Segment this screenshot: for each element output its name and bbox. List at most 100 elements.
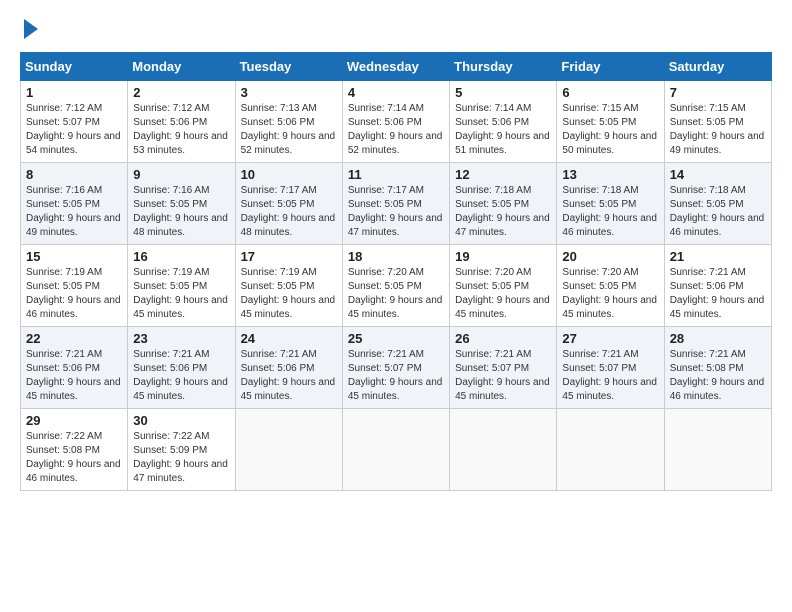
calendar-week-row: 8 Sunrise: 7:16 AMSunset: 5:05 PMDaylight… xyxy=(21,162,772,244)
day-number: 9 xyxy=(133,167,229,182)
day-info: Sunrise: 7:17 AMSunset: 5:05 PMDaylight:… xyxy=(241,184,337,240)
calendar-cell: 22 Sunrise: 7:21 AMSunset: 5:06 PMDayligh… xyxy=(21,326,128,408)
calendar-cell xyxy=(235,408,342,490)
calendar-cell: 11Sunrise: 7:17 AMSunset: 5:05 PMDayligh… xyxy=(342,162,449,244)
day-info: Sunrise: 7:22 AMSunset: 5:09 PMDaylight:… xyxy=(133,430,229,486)
day-info: Sunrise: 7:20 AMSunset: 5:05 PMDaylight:… xyxy=(562,266,658,322)
day-info: Sunrise: 7:13 AMSunset: 5:06 PMDaylight:… xyxy=(241,102,337,158)
day-info: Sunrise: 7:19 AMSunset: 5:05 PMDaylight:… xyxy=(241,266,337,322)
header-tuesday: Tuesday xyxy=(235,52,342,80)
calendar-cell: 27 Sunrise: 7:21 AMSunset: 5:07 PMDayligh… xyxy=(557,326,664,408)
day-number: 25 xyxy=(348,331,444,346)
day-info: Sunrise: 7:16 AMSunset: 5:05 PMDaylight:… xyxy=(26,184,122,240)
day-number: 8 xyxy=(26,167,122,182)
header-friday: Friday xyxy=(557,52,664,80)
day-number: 24 xyxy=(241,331,337,346)
day-number: 27 xyxy=(562,331,658,346)
calendar-cell: 3 Sunrise: 7:13 AMSunset: 5:06 PMDaylight… xyxy=(235,80,342,162)
calendar-cell xyxy=(664,408,771,490)
day-info: Sunrise: 7:21 AMSunset: 5:08 PMDaylight:… xyxy=(670,348,766,404)
day-number: 13 xyxy=(562,167,658,182)
day-info: Sunrise: 7:19 AMSunset: 5:05 PMDaylight:… xyxy=(133,266,229,322)
day-number: 20 xyxy=(562,249,658,264)
header-thursday: Thursday xyxy=(450,52,557,80)
day-info: Sunrise: 7:12 AMSunset: 5:06 PMDaylight:… xyxy=(133,102,229,158)
day-info: Sunrise: 7:19 AMSunset: 5:05 PMDaylight:… xyxy=(26,266,122,322)
day-number: 4 xyxy=(348,85,444,100)
day-number: 26 xyxy=(455,331,551,346)
day-number: 30 xyxy=(133,413,229,428)
calendar-cell: 17 Sunrise: 7:19 AMSunset: 5:05 PMDayligh… xyxy=(235,244,342,326)
day-number: 19 xyxy=(455,249,551,264)
day-number: 10 xyxy=(241,167,337,182)
day-info: Sunrise: 7:21 AMSunset: 5:07 PMDaylight:… xyxy=(455,348,551,404)
calendar-cell: 16 Sunrise: 7:19 AMSunset: 5:05 PMDayligh… xyxy=(128,244,235,326)
calendar-cell: 6 Sunrise: 7:15 AMSunset: 5:05 PMDaylight… xyxy=(557,80,664,162)
day-number: 2 xyxy=(133,85,229,100)
logo xyxy=(20,20,38,42)
calendar-cell: 14 Sunrise: 7:18 AMSunset: 5:05 PMDayligh… xyxy=(664,162,771,244)
day-info: Sunrise: 7:17 AMSunset: 5:05 PMDaylight:… xyxy=(348,184,444,240)
calendar-cell: 20 Sunrise: 7:20 AMSunset: 5:05 PMDayligh… xyxy=(557,244,664,326)
calendar-cell xyxy=(557,408,664,490)
calendar-week-row: 15 Sunrise: 7:19 AMSunset: 5:05 PMDayligh… xyxy=(21,244,772,326)
calendar-header-row: SundayMondayTuesdayWednesdayThursdayFrid… xyxy=(21,52,772,80)
day-info: Sunrise: 7:21 AMSunset: 5:06 PMDaylight:… xyxy=(133,348,229,404)
calendar-week-row: 22 Sunrise: 7:21 AMSunset: 5:06 PMDayligh… xyxy=(21,326,772,408)
day-info: Sunrise: 7:20 AMSunset: 5:05 PMDaylight:… xyxy=(348,266,444,322)
day-info: Sunrise: 7:18 AMSunset: 5:05 PMDaylight:… xyxy=(670,184,766,240)
calendar-cell: 21 Sunrise: 7:21 AMSunset: 5:06 PMDayligh… xyxy=(664,244,771,326)
day-number: 22 xyxy=(26,331,122,346)
day-number: 21 xyxy=(670,249,766,264)
calendar-cell xyxy=(450,408,557,490)
calendar-cell: 2 Sunrise: 7:12 AMSunset: 5:06 PMDaylight… xyxy=(128,80,235,162)
header-saturday: Saturday xyxy=(664,52,771,80)
calendar-cell: 9Sunrise: 7:16 AMSunset: 5:05 PMDaylight… xyxy=(128,162,235,244)
logo-arrow-icon xyxy=(24,19,38,39)
day-number: 17 xyxy=(241,249,337,264)
day-number: 6 xyxy=(562,85,658,100)
calendar-cell: 23 Sunrise: 7:21 AMSunset: 5:06 PMDayligh… xyxy=(128,326,235,408)
calendar-cell: 15 Sunrise: 7:19 AMSunset: 5:05 PMDayligh… xyxy=(21,244,128,326)
day-number: 3 xyxy=(241,85,337,100)
calendar-cell: 25Sunrise: 7:21 AMSunset: 5:07 PMDayligh… xyxy=(342,326,449,408)
day-info: Sunrise: 7:21 AMSunset: 5:06 PMDaylight:… xyxy=(241,348,337,404)
day-number: 12 xyxy=(455,167,551,182)
day-number: 16 xyxy=(133,249,229,264)
day-info: Sunrise: 7:21 AMSunset: 5:07 PMDaylight:… xyxy=(562,348,658,404)
day-info: Sunrise: 7:18 AMSunset: 5:05 PMDaylight:… xyxy=(562,184,658,240)
calendar-cell: 10 Sunrise: 7:17 AMSunset: 5:05 PMDayligh… xyxy=(235,162,342,244)
calendar-cell: 29 Sunrise: 7:22 AMSunset: 5:08 PMDayligh… xyxy=(21,408,128,490)
day-info: Sunrise: 7:20 AMSunset: 5:05 PMDaylight:… xyxy=(455,266,551,322)
calendar-cell: 18 Sunrise: 7:20 AMSunset: 5:05 PMDayligh… xyxy=(342,244,449,326)
calendar-cell: 5Sunrise: 7:14 AMSunset: 5:06 PMDaylight… xyxy=(450,80,557,162)
day-info: Sunrise: 7:18 AMSunset: 5:05 PMDaylight:… xyxy=(455,184,551,240)
day-number: 18 xyxy=(348,249,444,264)
day-info: Sunrise: 7:12 AMSunset: 5:07 PMDaylight:… xyxy=(26,102,122,158)
day-number: 15 xyxy=(26,249,122,264)
day-info: Sunrise: 7:15 AMSunset: 5:05 PMDaylight:… xyxy=(562,102,658,158)
calendar-cell: 28Sunrise: 7:21 AMSunset: 5:08 PMDayligh… xyxy=(664,326,771,408)
header-sunday: Sunday xyxy=(21,52,128,80)
day-number: 29 xyxy=(26,413,122,428)
calendar-cell: 1Sunrise: 7:12 AMSunset: 5:07 PMDaylight… xyxy=(21,80,128,162)
calendar-week-row: 29 Sunrise: 7:22 AMSunset: 5:08 PMDayligh… xyxy=(21,408,772,490)
page-header xyxy=(20,20,772,42)
calendar-cell: 13 Sunrise: 7:18 AMSunset: 5:05 PMDayligh… xyxy=(557,162,664,244)
calendar-cell: 12 Sunrise: 7:18 AMSunset: 5:05 PMDayligh… xyxy=(450,162,557,244)
day-info: Sunrise: 7:21 AMSunset: 5:06 PMDaylight:… xyxy=(670,266,766,322)
day-info: Sunrise: 7:15 AMSunset: 5:05 PMDaylight:… xyxy=(670,102,766,158)
calendar-week-row: 1Sunrise: 7:12 AMSunset: 5:07 PMDaylight… xyxy=(21,80,772,162)
day-number: 23 xyxy=(133,331,229,346)
header-monday: Monday xyxy=(128,52,235,80)
header-wednesday: Wednesday xyxy=(342,52,449,80)
calendar-cell: 19 Sunrise: 7:20 AMSunset: 5:05 PMDayligh… xyxy=(450,244,557,326)
calendar-cell: 7Sunrise: 7:15 AMSunset: 5:05 PMDaylight… xyxy=(664,80,771,162)
day-info: Sunrise: 7:22 AMSunset: 5:08 PMDaylight:… xyxy=(26,430,122,486)
day-info: Sunrise: 7:14 AMSunset: 5:06 PMDaylight:… xyxy=(348,102,444,158)
day-number: 14 xyxy=(670,167,766,182)
calendar-cell: 30 Sunrise: 7:22 AMSunset: 5:09 PMDayligh… xyxy=(128,408,235,490)
day-number: 5 xyxy=(455,85,551,100)
calendar-table: SundayMondayTuesdayWednesdayThursdayFrid… xyxy=(20,52,772,491)
day-info: Sunrise: 7:21 AMSunset: 5:06 PMDaylight:… xyxy=(26,348,122,404)
